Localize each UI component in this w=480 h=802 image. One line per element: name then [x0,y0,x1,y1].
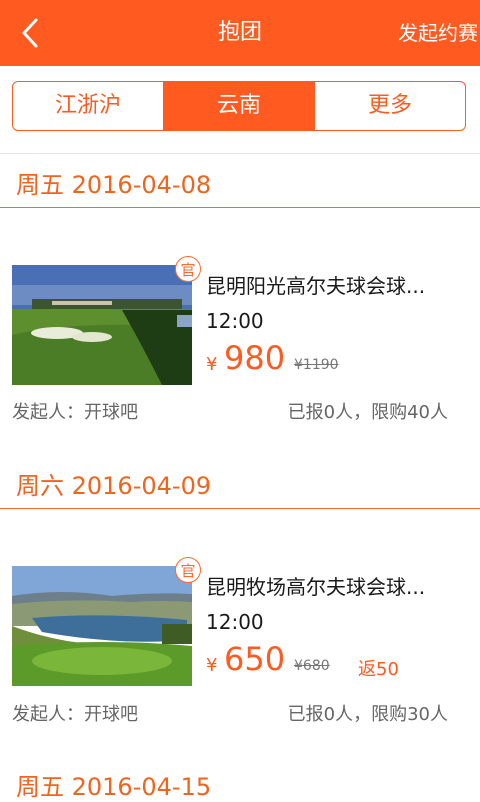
original-price: ¥1190 [294,357,339,373]
tab-more[interactable]: 更多 [314,82,465,130]
host-label: 发起人：开球吧 [12,704,138,725]
official-badge: 官 [175,557,201,583]
section-date: 周六 2016-04-09 [16,472,212,500]
section-divider [0,508,480,509]
create-match-button[interactable]: 发起约赛 [398,0,478,66]
section-divider [0,207,480,208]
tab-yunnan[interactable]: 云南 [163,82,314,130]
divider [0,153,480,154]
course-photo [12,265,192,385]
course-name: 昆明牧场高尔夫球会球... [206,575,426,599]
tab-jiangzhehu[interactable]: 江浙沪 [13,82,163,130]
region-tabs: 江浙沪 云南 更多 [12,81,466,131]
currency-symbol: ¥ [206,655,218,676]
host-label: 发起人：开球吧 [12,402,138,423]
signup-quota: 已报0人，限购30人 [287,704,448,725]
tee-time: 12:00 [206,309,264,333]
section-date: 周五 2016-04-15 [16,773,212,801]
price: 650 [224,640,286,678]
section-date: 周五 2016-04-08 [16,171,212,199]
currency-symbol: ¥ [206,354,218,375]
top-bar: 抱团 发起约赛 [0,0,480,66]
rebate-label: 返50 [358,659,399,680]
course-photo [12,566,192,686]
signup-quota: 已报0人，限购40人 [287,402,448,423]
price: 980 [224,339,286,377]
tee-time: 12:00 [206,610,264,634]
course-name: 昆明阳光高尔夫球会球... [206,274,426,298]
original-price: ¥680 [294,658,330,674]
official-badge: 官 [175,256,201,282]
